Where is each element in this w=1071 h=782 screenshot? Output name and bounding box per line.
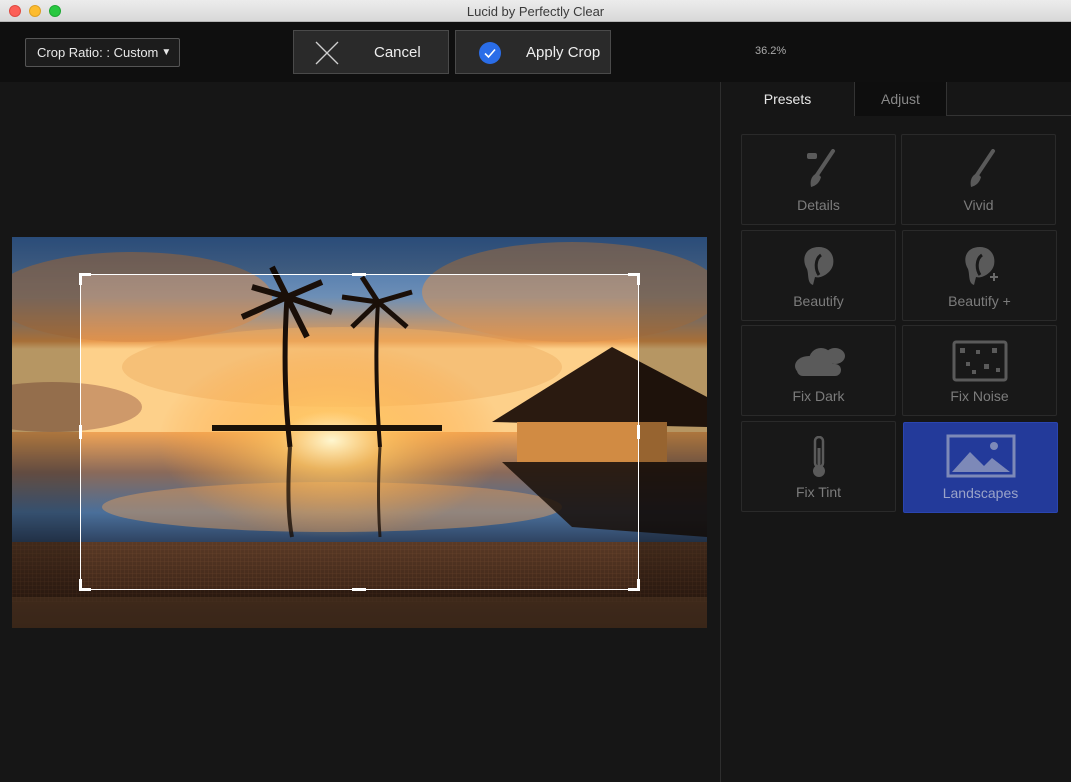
crop-mask-left: [12, 274, 80, 590]
preset-fix-dark[interactable]: Fix Dark: [741, 325, 896, 416]
preset-details[interactable]: Details: [741, 134, 896, 225]
preset-beautify[interactable]: Beautify: [741, 230, 896, 321]
crop-handle-bottom-left-v: [79, 579, 82, 591]
crop-handle-right[interactable]: [637, 425, 640, 439]
crop-handle-bottom[interactable]: [352, 588, 366, 591]
crop-selection[interactable]: [79, 273, 640, 591]
landscape-icon: [946, 434, 1015, 478]
preset-fix-tint[interactable]: Fix Tint: [741, 421, 896, 512]
preset-label: Fix Tint: [795, 484, 842, 500]
tab-adjust[interactable]: Adjust: [855, 82, 947, 116]
preset-label: Fix Dark: [792, 388, 845, 404]
apply-crop-label: Apply Crop: [526, 44, 601, 61]
check-icon: [479, 42, 501, 64]
presets-panel: Presets Adjust Details Vivid Beautify Be…: [720, 82, 1071, 782]
crop-handle-top-right-v: [637, 273, 640, 285]
tab-presets[interactable]: Presets: [721, 82, 855, 116]
zoom-level: 36.2%: [755, 45, 787, 57]
toolbar: Crop Ratio: : Custom ▼ Cancel Apply Crop…: [0, 22, 1071, 82]
preset-label: Vivid: [963, 197, 994, 213]
crop-handle-bottom-right-v: [637, 579, 640, 591]
crop-mask-top: [12, 237, 707, 274]
apply-crop-button[interactable]: Apply Crop: [455, 30, 611, 74]
image-canvas[interactable]: [0, 82, 720, 782]
face-plus-icon: [964, 247, 998, 285]
preset-vivid[interactable]: Vivid: [901, 134, 1056, 225]
brush-icon: [970, 149, 995, 187]
cloud-icon: [794, 348, 845, 376]
preset-beautify-plus[interactable]: Beautify +: [902, 230, 1057, 321]
cancel-label: Cancel: [374, 44, 421, 61]
preset-label: Landscapes: [942, 485, 1019, 501]
crop-handle-top[interactable]: [352, 273, 366, 276]
preset-label: Fix Noise: [950, 388, 1009, 404]
crop-mask-bottom: [12, 590, 707, 628]
preset-fix-noise[interactable]: Fix Noise: [902, 325, 1057, 416]
crop-mask-right: [639, 274, 707, 590]
noise-icon: [952, 340, 1007, 382]
preset-label: Details: [797, 197, 840, 213]
crop-ratio-dropdown[interactable]: Crop Ratio: : Custom ▼: [25, 38, 180, 67]
title-bar: Lucid by Perfectly Clear: [0, 0, 1071, 22]
face-icon: [803, 247, 833, 285]
crop-handle-top-left-v: [79, 273, 82, 285]
close-icon: [315, 41, 339, 65]
preset-label: Beautify +: [948, 293, 1011, 309]
cancel-button[interactable]: Cancel: [293, 30, 449, 74]
preset-landscapes[interactable]: Landscapes: [903, 422, 1058, 513]
chevron-down-icon: ▼: [161, 47, 172, 58]
window-title: Lucid by Perfectly Clear: [466, 4, 605, 19]
panel-tabs: Presets Adjust: [721, 82, 1071, 116]
thermometer-icon: [812, 436, 825, 477]
preset-label: Beautify: [793, 293, 844, 309]
crop-handle-left[interactable]: [79, 425, 82, 439]
brush-icon: [806, 149, 835, 187]
crop-ratio-label: Crop Ratio: : Custom: [37, 45, 159, 60]
